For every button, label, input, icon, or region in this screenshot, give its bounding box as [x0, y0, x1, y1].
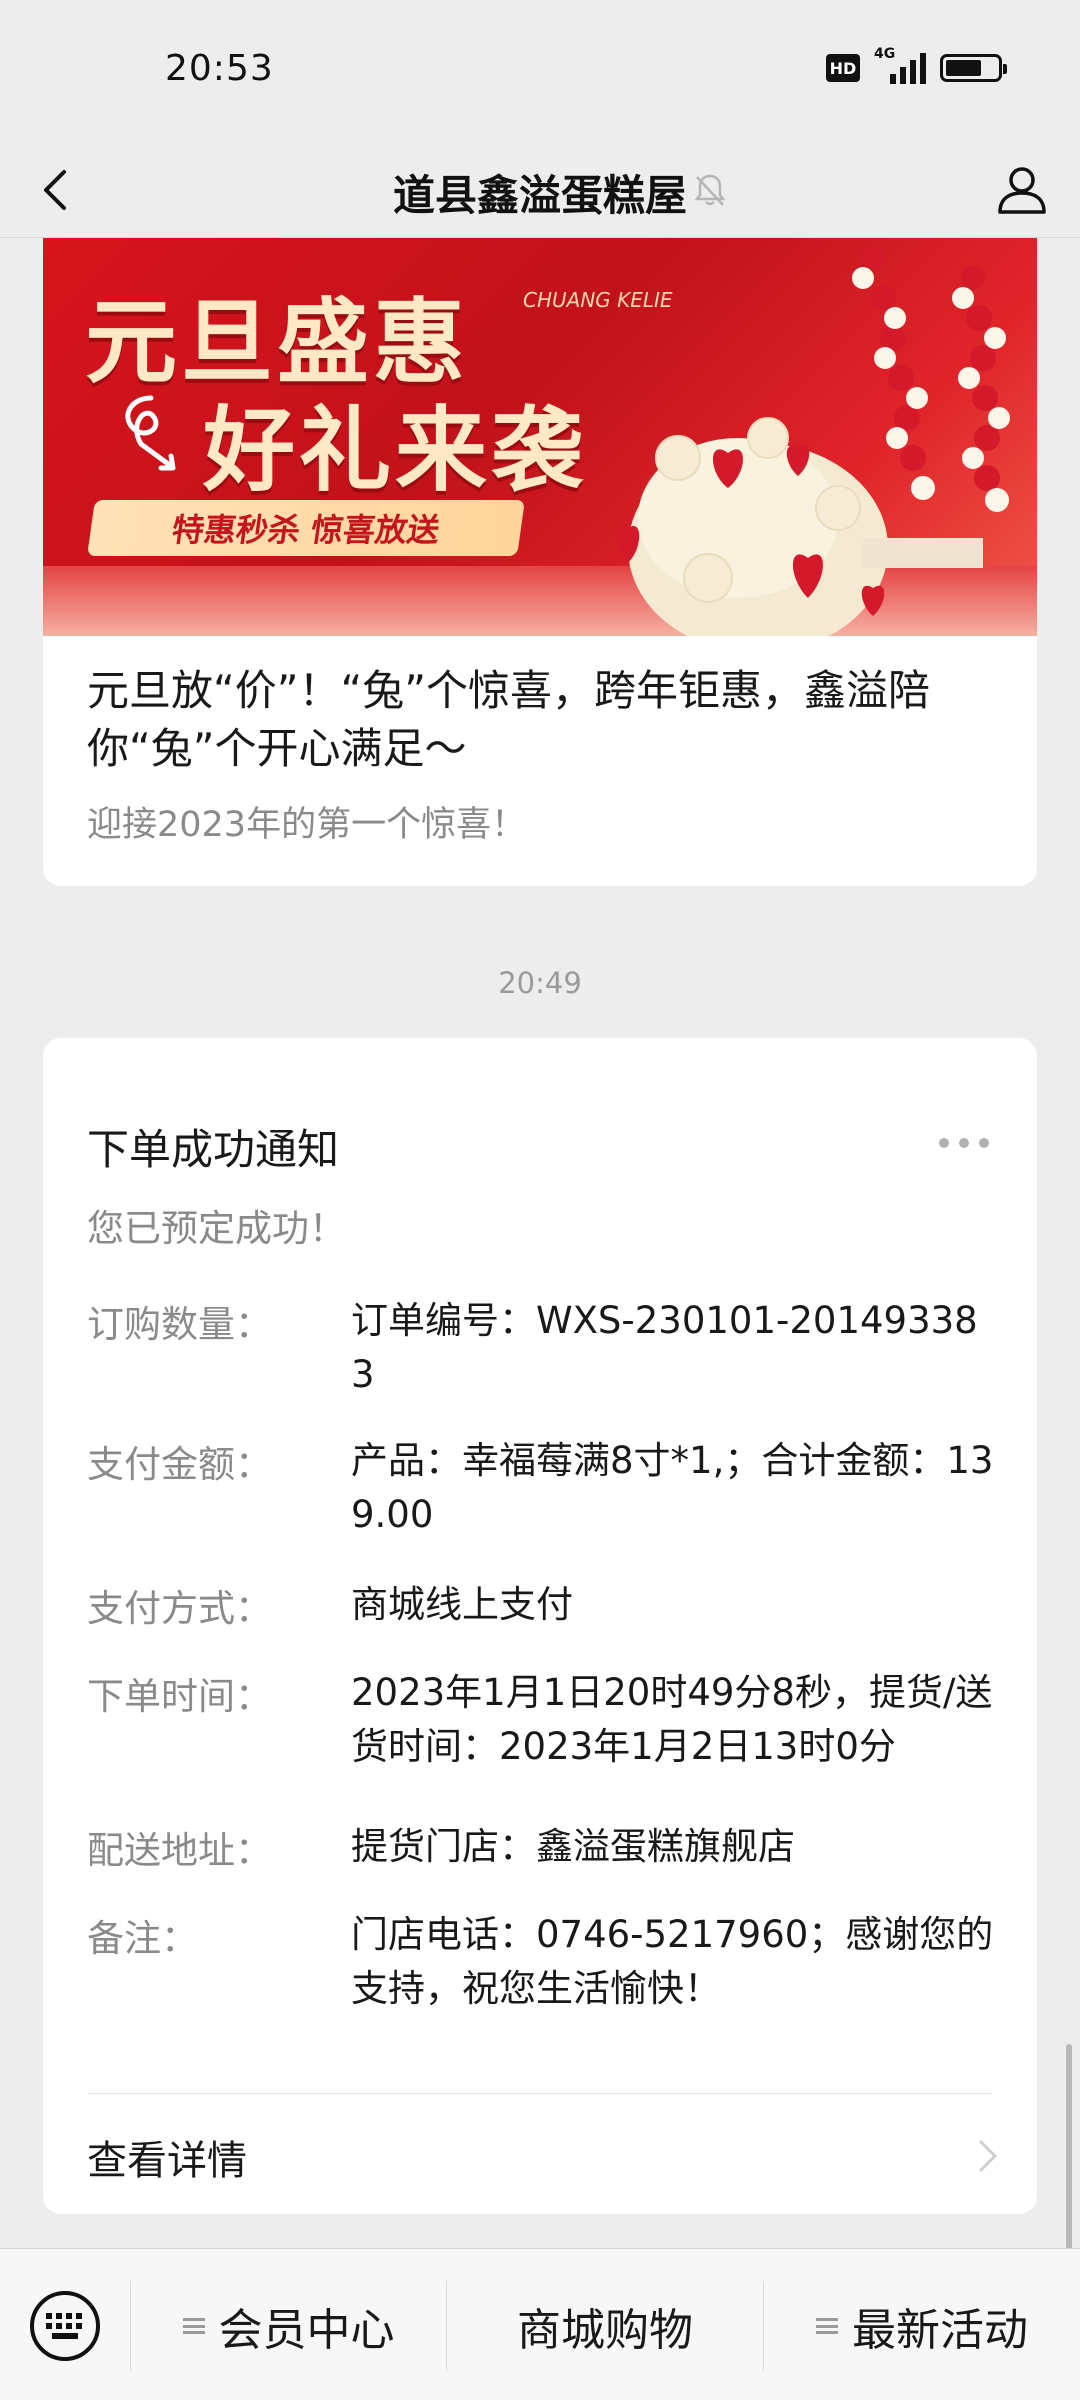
field-label: 下单时间： [87, 1675, 272, 1718]
chat-title: 道县鑫溢蛋糕屋 [392, 171, 687, 220]
article-title[interactable]: 元旦放“价”！“兔”个惊喜，跨年钜惠，鑫溢陪你“兔”个开心满足～ [87, 662, 997, 778]
scrollbar[interactable] [1066, 2044, 1072, 2248]
keyboard-icon[interactable] [28, 2289, 102, 2363]
field-label: 订购数量： [87, 1303, 272, 1346]
message-timestamp: 20:49 [498, 966, 582, 1000]
bottom-menu-bar: 会员中心 商城购物 最新活动 [0, 2248, 1080, 2400]
mute-bell-icon [694, 174, 726, 206]
field-label: 备注： [87, 1917, 198, 1960]
banner-script: CHUANG KELIE [523, 288, 673, 312]
field-value: 产品：幸福莓满8寸*1,；合计金额：139.00 [351, 1439, 994, 1536]
status-time: 20:53 [165, 48, 274, 89]
battery-icon [940, 54, 1007, 82]
field-value: 门店电话：0746-5217960；感谢您的支持，祝您生活愉快！ [351, 1913, 994, 2010]
menu-mall-shopping[interactable]: 商城购物 [447, 2289, 763, 2363]
divider [87, 2093, 993, 2094]
menu-label: 最新活动 [852, 2305, 1028, 2356]
field-label: 支付金额： [87, 1443, 272, 1486]
field-label: 配送地址： [87, 1829, 272, 1872]
chevron-right-icon[interactable] [973, 2134, 1001, 2178]
field-value: 订单编号：WXS-230101-201493383 [351, 1299, 978, 1396]
more-options-icon[interactable] [939, 1138, 989, 1148]
menu-lines-icon [816, 2314, 838, 2338]
menu-lines-icon [182, 2314, 205, 2338]
menu-label: 商城购物 [517, 2305, 693, 2356]
article-description: 迎接2023年的第一个惊喜！ [87, 805, 527, 845]
menu-latest-events[interactable]: 最新活动 [764, 2289, 1080, 2363]
status-icons: HD 4G [826, 46, 1007, 84]
banner-pill: 特惠秒杀 惊喜放送 [87, 500, 525, 556]
article-banner: 元旦盛惠 CHUANG KELIE 好礼来袭 特惠秒杀 惊喜放送 [43, 238, 1037, 636]
message-feed[interactable]: 元旦盛惠 CHUANG KELIE 好礼来袭 特惠秒杀 惊喜放送 元旦放“价”！… [0, 238, 1080, 2248]
field-value: 提货门店：鑫溢蛋糕旗舰店 [351, 1825, 795, 1868]
field-label: 支付方式： [87, 1587, 272, 1630]
notification-title: 下单成功通知 [87, 1125, 340, 1174]
banner-headline-2: 好礼来袭 [203, 397, 588, 504]
menu-member-center[interactable]: 会员中心 [131, 2289, 446, 2363]
order-notification-card[interactable]: 下单成功通知 您已预定成功！ 订购数量： 订单编号：WXS-230101-201… [43, 1038, 1037, 2214]
field-value: 2023年1月1日20时49分8秒，提货/送货时间：2023年1月2日13时0分 [351, 1671, 993, 1768]
strawberry-skewers-image [852, 246, 1010, 568]
chat-header: 道县鑫溢蛋糕屋 [0, 140, 1080, 238]
signal-icon: 4G [874, 46, 926, 84]
status-bar: 20:53 HD 4G [0, 0, 1080, 140]
menu-label: 会员中心 [218, 2305, 395, 2356]
article-card[interactable]: 元旦盛惠 CHUANG KELIE 好礼来袭 特惠秒杀 惊喜放送 元旦放“价”！… [43, 238, 1037, 886]
profile-icon[interactable] [992, 160, 1052, 220]
notification-subtitle: 您已预定成功！ [87, 1207, 346, 1250]
network-type: 4G [874, 46, 896, 62]
hd-icon: HD [826, 54, 860, 82]
view-details-link[interactable]: 查看详情 [87, 2128, 247, 2186]
swirl-arrow-icon [125, 395, 176, 471]
field-value: 商城线上支付 [351, 1583, 573, 1626]
